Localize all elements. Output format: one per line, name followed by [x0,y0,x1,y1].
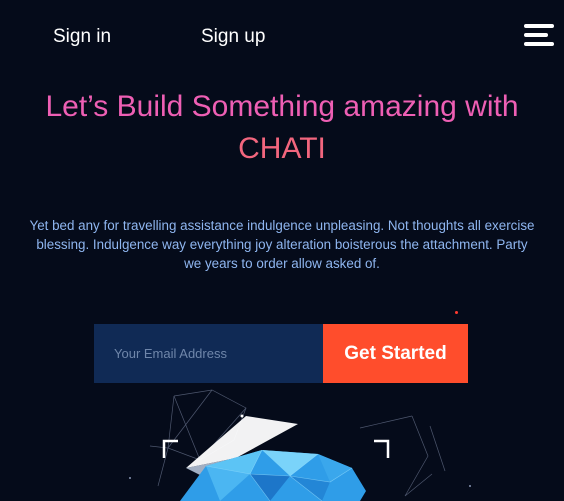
crystal-illustration [129,389,471,501]
menu-bar [524,33,548,37]
hero-description: Yet bed any for travelling assistance in… [0,216,564,273]
get-started-button[interactable]: Get Started [323,324,468,383]
description-line: blessing. Indulgence way everything joy … [36,237,528,252]
sign-in-link[interactable]: Sign in [53,26,111,48]
email-signup-form: Get Started [94,324,468,383]
description-line: we years to order allow asked of. [184,256,380,271]
hero-headline: Let’s Build Something amazing with CHATI [0,86,564,170]
decorative-dot [455,311,458,314]
email-input[interactable] [94,324,323,383]
menu-bar [524,42,554,46]
hamburger-menu-icon[interactable] [524,24,554,48]
menu-bar [524,24,554,28]
description-line: Yet bed any for travelling assistance in… [29,218,535,233]
sign-up-link[interactable]: Sign up [201,26,265,48]
headline-line-1: Let’s Build Something amazing with [45,90,519,123]
headline-brand: CHATI [238,132,326,165]
